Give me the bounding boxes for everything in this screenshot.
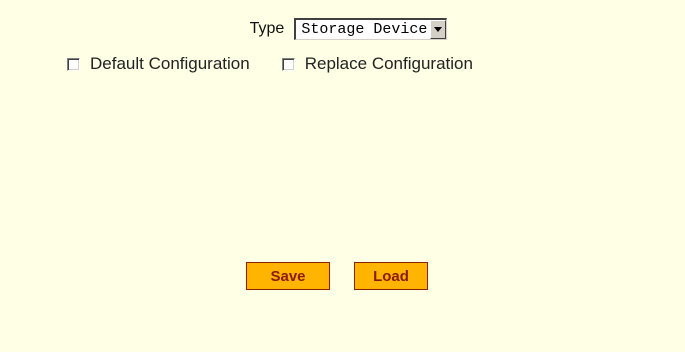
type-select-value: Storage Device	[301, 21, 428, 38]
replace-configuration-label: Replace Configuration	[304, 54, 473, 73]
default-configuration-option[interactable]: Default Configuration	[67, 54, 250, 74]
checkbox-row: Default Configuration Replace Configurat…	[67, 54, 505, 74]
config-panel: Type Storage Device Default Configuratio…	[0, 0, 685, 352]
type-label: Type	[249, 20, 285, 37]
replace-configuration-option[interactable]: Replace Configuration	[281, 54, 473, 74]
default-configuration-label: Default Configuration	[90, 54, 250, 73]
type-select[interactable]: Storage Device	[294, 18, 448, 40]
replace-configuration-checkbox[interactable]	[281, 57, 295, 71]
dropdown-arrow-button[interactable]	[430, 20, 447, 39]
load-button[interactable]: Load	[354, 262, 428, 290]
default-configuration-checkbox[interactable]	[67, 57, 80, 71]
save-button[interactable]: Save	[246, 262, 330, 290]
button-row: Save Load	[246, 262, 428, 290]
chevron-down-icon	[434, 27, 443, 32]
type-row: Type Storage Device	[0, 18, 685, 40]
